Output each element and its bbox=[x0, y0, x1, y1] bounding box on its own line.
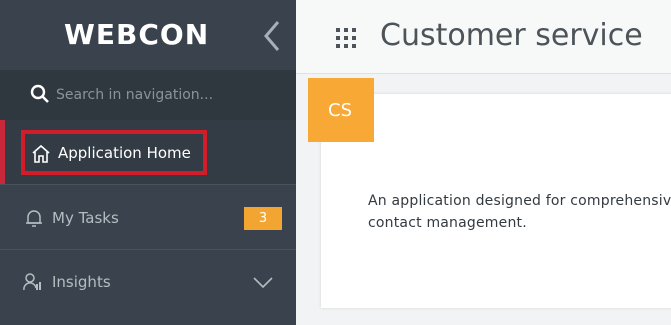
sidebar-item-label: My Tasks bbox=[52, 209, 119, 227]
app-tile: CS bbox=[308, 78, 374, 142]
webcon-logo: WEBCON bbox=[64, 18, 210, 51]
bell-icon bbox=[26, 210, 42, 227]
chevron-left-icon[interactable] bbox=[260, 20, 284, 52]
home-icon bbox=[32, 144, 50, 163]
sidebar-item-label: Insights bbox=[52, 273, 111, 291]
logo-bar: WEBCON bbox=[0, 0, 296, 70]
search-input[interactable] bbox=[56, 84, 276, 106]
app-description: An application designed for comprehensiv… bbox=[368, 193, 671, 231]
chevron-down-icon[interactable] bbox=[252, 276, 274, 290]
search-icon bbox=[30, 84, 49, 103]
user-chart-icon bbox=[23, 273, 41, 291]
sidebar-item-label: Application Home bbox=[58, 144, 191, 162]
content-area: Customer service CS An application desig… bbox=[296, 0, 671, 325]
task-count-badge: 3 bbox=[244, 207, 282, 230]
page-title: Customer service bbox=[380, 18, 643, 53]
